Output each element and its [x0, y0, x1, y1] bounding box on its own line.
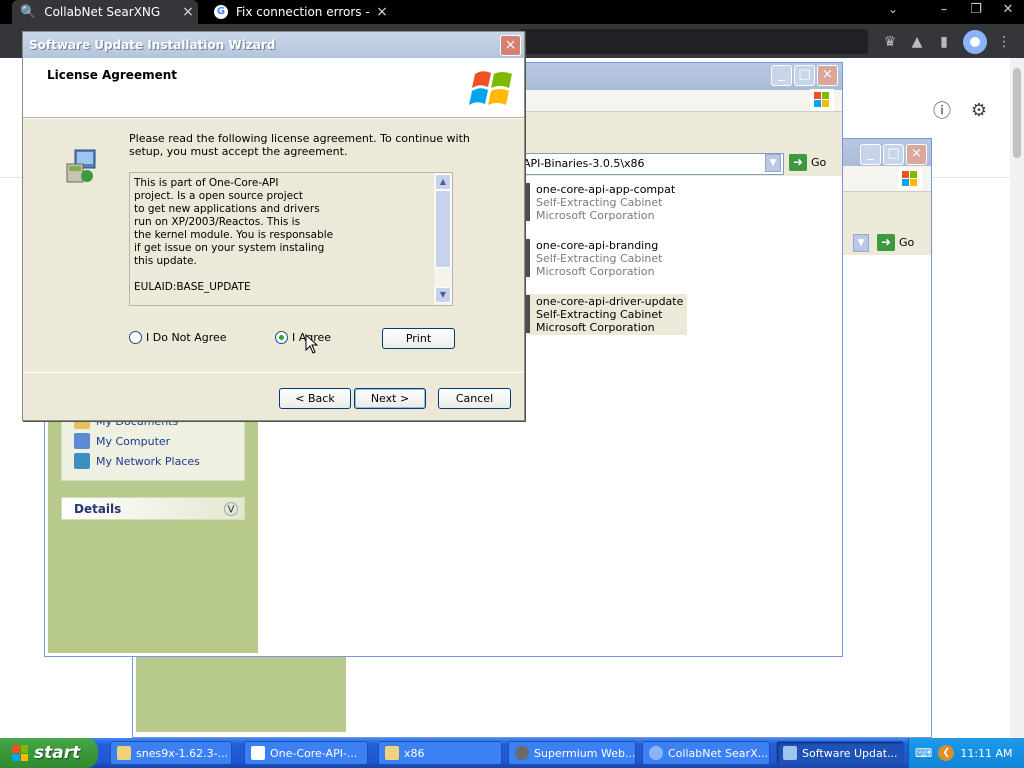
license-scrollbar[interactable]: ▲ ▼ [434, 173, 452, 305]
go-button[interactable]: ➜ Go [789, 154, 826, 171]
installation-wizard-dialog: Software Update Installation Wizard × Li… [22, 31, 525, 421]
file-item-selected[interactable]: one-core-api-driver-update Self-Extracti… [524, 294, 688, 335]
folder-icon [117, 746, 131, 760]
license-textbox[interactable]: This is part of One-Core-API project. Is… [129, 172, 453, 306]
my-computer-icon [74, 433, 90, 449]
wizard-step-title: License Agreement [47, 68, 178, 82]
close-tab-icon[interactable]: × [178, 4, 198, 20]
window-controls: – ❐ ✕ [928, 0, 1024, 22]
extensions-icon[interactable]: ♛ [880, 32, 900, 52]
my-computer-link[interactable]: My Computer [74, 431, 244, 451]
close-button[interactable]: × [906, 144, 927, 165]
disagree-radio[interactable]: I Do Not Agree [129, 331, 227, 344]
divider [23, 118, 524, 119]
restore-button[interactable]: ❐ [960, 0, 992, 22]
my-network-places-link[interactable]: My Network Places [74, 451, 244, 471]
taskbar-item-active[interactable]: Software Updat... [776, 741, 904, 765]
browser-icon [515, 746, 529, 760]
start-button[interactable]: start [0, 738, 98, 768]
system-tray: ⌨ ❮ 11:11 AM [908, 738, 1024, 768]
back-button[interactable]: < Back [279, 388, 351, 409]
minimize-button[interactable]: _ [771, 65, 792, 86]
installer-package-icon [66, 149, 96, 183]
address-dropdown-icon[interactable]: ▼ [765, 154, 781, 172]
tab-title: CollabNet SearXNG [44, 5, 161, 19]
dialog-titlebar[interactable]: Software Update Installation Wizard [23, 32, 524, 58]
close-tab-icon[interactable]: × [372, 4, 392, 20]
divider [23, 372, 524, 373]
windows-flag-icon [810, 89, 834, 111]
windows-flag-icon [898, 168, 922, 190]
menu-icon[interactable]: ⋮ [994, 32, 1014, 52]
browser-icon [649, 746, 663, 760]
license-text: This is part of One-Core-API project. Is… [134, 177, 334, 293]
file-item[interactable]: one-core-api-app-compat Self-Extracting … [524, 182, 675, 223]
maximize-button[interactable]: □ [883, 144, 904, 165]
search-icon: 🔍 [20, 4, 37, 20]
go-button[interactable]: ➜ Go [877, 234, 914, 251]
scrollbar-thumb[interactable] [435, 190, 451, 268]
maximize-button[interactable]: □ [794, 65, 815, 86]
go-arrow-icon: ➜ [877, 234, 895, 251]
file-item[interactable]: one-core-api-branding Self-Extracting Ca… [524, 238, 662, 279]
tab-searxng[interactable]: 🔍 CollabNet SearXNG × [12, 0, 198, 24]
installer-icon [783, 746, 797, 760]
mouse-cursor-icon [305, 334, 319, 354]
scroll-up-icon[interactable]: ▲ [435, 174, 451, 190]
instruction-text: Please read the following license agreem… [129, 132, 470, 158]
wizard-header: License Agreement [23, 58, 524, 118]
taskbar-item[interactable]: Supermium Web... [508, 741, 636, 765]
radio-button-icon[interactable] [129, 331, 142, 344]
sidebar-icon[interactable]: ▮ [934, 32, 954, 52]
taskbar-item[interactable]: x86 [378, 741, 502, 765]
address-dropdown-icon[interactable]: ▼ [853, 234, 869, 252]
tab-google[interactable]: G Fix connection errors - Go × [206, 0, 392, 24]
scrollbar-thumb[interactable] [1013, 68, 1021, 158]
minimize-button[interactable]: – [928, 0, 960, 22]
google-icon: G [214, 5, 228, 19]
close-window-button[interactable]: ✕ [992, 0, 1024, 22]
profile-icon[interactable] [963, 30, 987, 54]
close-button[interactable]: × [817, 65, 838, 86]
address-bar[interactable] [520, 29, 868, 54]
task-pane [136, 650, 346, 732]
keyboard-icon[interactable]: ⌨ [915, 746, 932, 760]
folder-icon [385, 746, 399, 760]
taskbar-item[interactable]: One-Core-API-... [244, 741, 368, 765]
taskbar-item[interactable]: CollabNet SearX... [642, 741, 770, 765]
minimize-button[interactable]: _ [860, 144, 881, 165]
print-button[interactable]: Print [382, 328, 455, 349]
dialog-close-button[interactable]: × [500, 35, 521, 56]
tab-title: Fix connection errors - Go [236, 5, 372, 19]
details-panel-header[interactable]: Details ⋁ [61, 497, 245, 520]
document-icon [251, 746, 265, 760]
windows-flag-icon [12, 745, 28, 761]
settings-icon[interactable]: ⚙ [967, 98, 991, 122]
taskbar-item[interactable]: snes9x-1.62.3-... [110, 741, 232, 765]
network-places-icon [74, 453, 90, 469]
cancel-button[interactable]: Cancel [438, 388, 511, 409]
go-arrow-icon: ➜ [789, 154, 807, 171]
page-scrollbar[interactable] [1010, 58, 1024, 738]
show-hidden-icons-icon[interactable]: ❮ [938, 745, 955, 761]
scroll-down-icon[interactable]: ▼ [435, 287, 451, 303]
pin-icon[interactable]: ▲ [907, 32, 927, 52]
info-icon[interactable]: ⓘ [930, 98, 954, 122]
tab-search-icon[interactable]: ⌄ [888, 2, 898, 16]
next-button[interactable]: Next > [354, 388, 426, 409]
expand-chevron-icon[interactable]: ⋁ [224, 502, 238, 516]
address-input[interactable]: API-Binaries-3.0.5\x86 [520, 153, 784, 175]
agree-radio[interactable]: I Agree [275, 331, 331, 344]
clock[interactable]: 11:11 AM [960, 747, 1012, 760]
windows-logo-icon [469, 71, 512, 105]
radio-button-selected-icon[interactable] [275, 331, 288, 344]
